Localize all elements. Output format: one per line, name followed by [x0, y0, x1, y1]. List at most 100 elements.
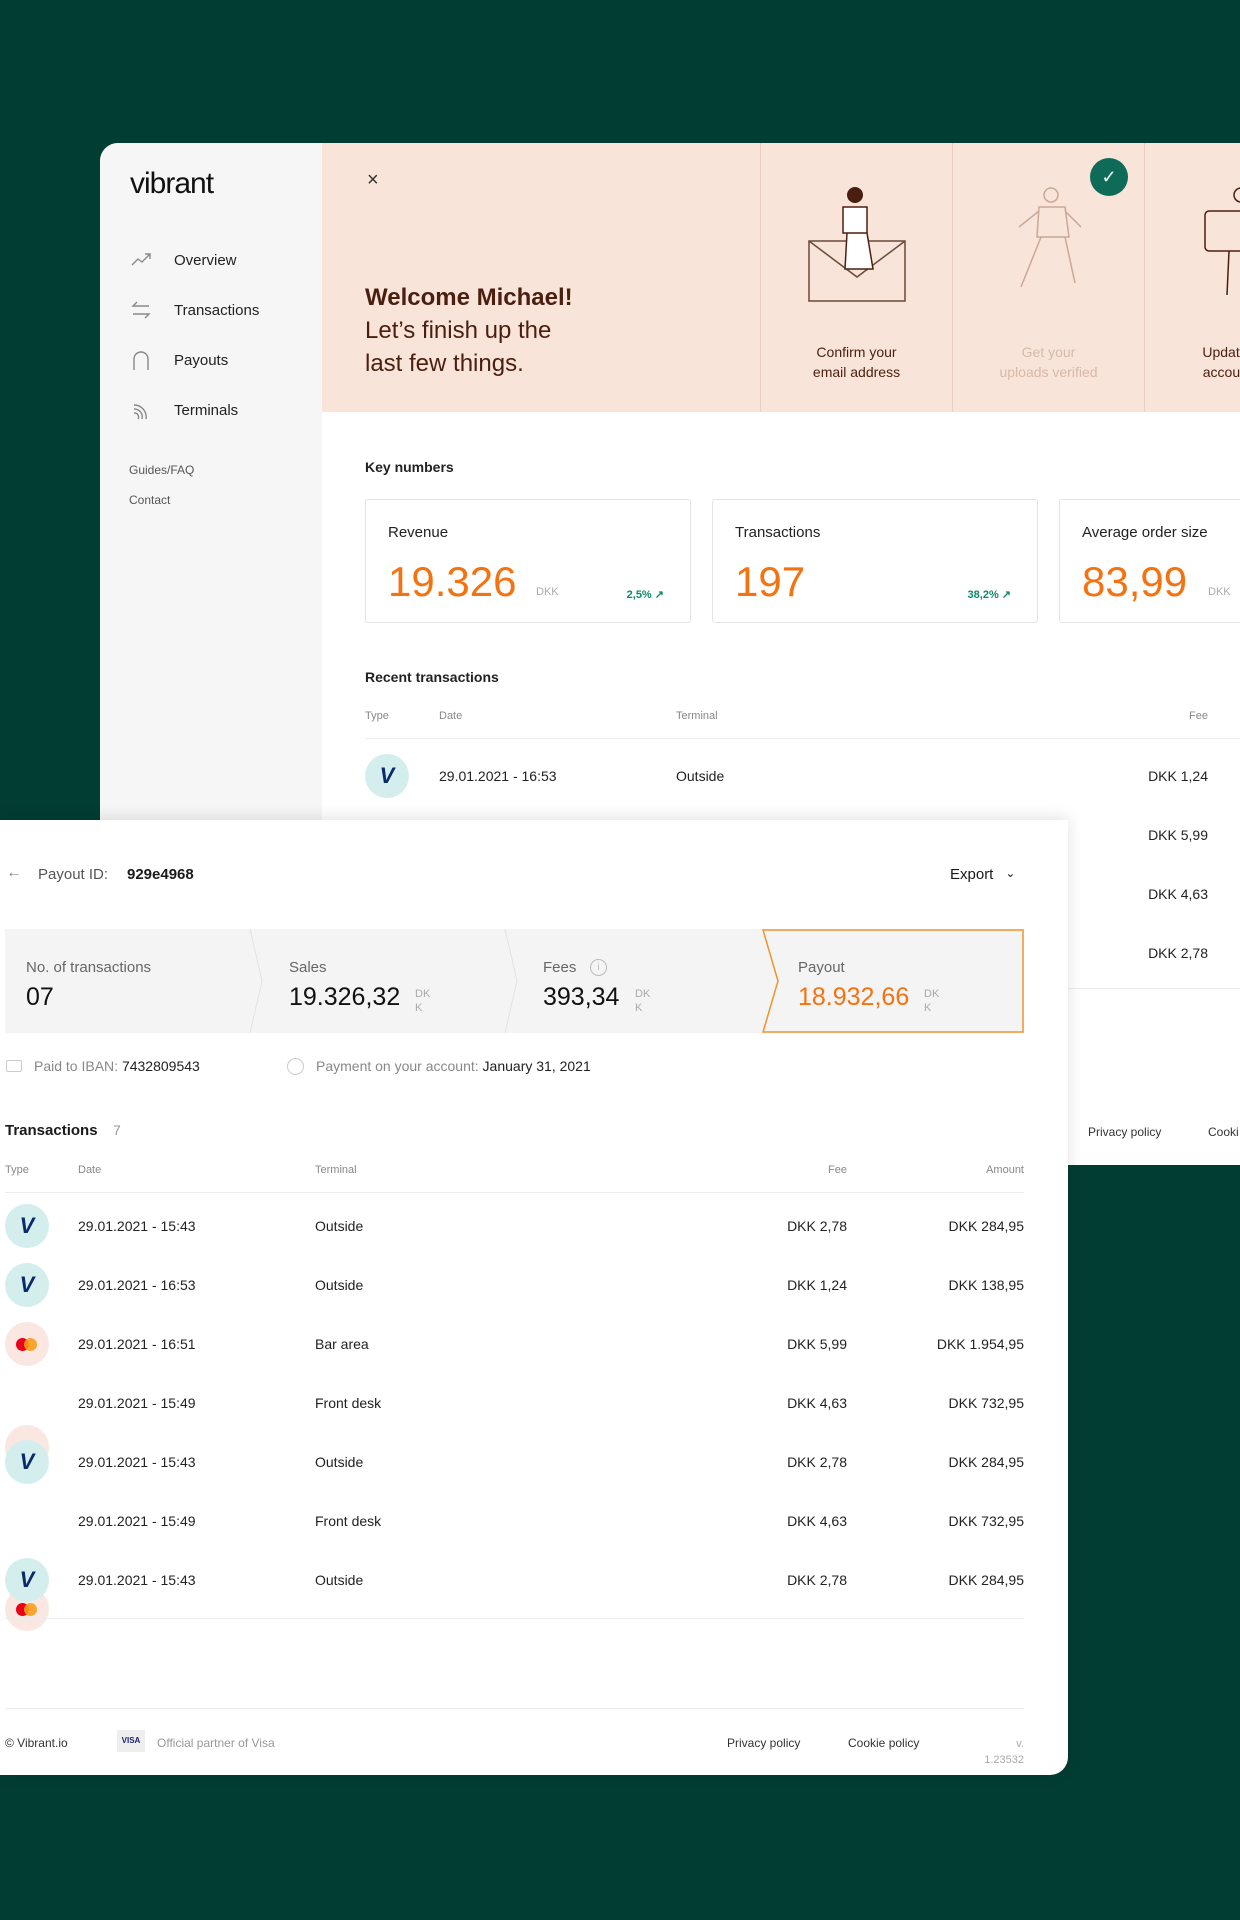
cookie-link[interactable]: Cookie policy [848, 1736, 919, 1750]
sidebar-item-payouts[interactable]: Payouts [130, 349, 228, 371]
row-terminal: Outside [315, 1218, 364, 1234]
table-row[interactable]: 29.01.2021 - 16:51 Bar area DKK 5,99 DKK… [0, 820, 1068, 1366]
onboarding-banner: × Welcome Michael! Let’s finish up the l… [322, 143, 1240, 412]
export-label: Export [950, 866, 994, 883]
cookie-link[interactable]: Cooki [1208, 1125, 1239, 1139]
sidebar-item-label: Overview [174, 251, 237, 269]
card-change: 38,2% ↗ [967, 589, 1011, 601]
average-order-card: Average order size 83,99 DKK [1059, 499, 1240, 623]
card-label: Average order size [1082, 524, 1208, 541]
arrows-swap-icon [131, 301, 151, 319]
welcome-message: Welcome Michael! Let’s finish up the las… [365, 281, 573, 380]
iban-value: 7432809543 [121, 1058, 200, 1074]
row-fee: DKK 2,78 [787, 1572, 847, 1588]
transactions-title: Transactions [5, 1122, 98, 1139]
col-terminal: Terminal [676, 710, 718, 722]
col-fee: Fee [828, 1164, 847, 1176]
copyright: © Vibrant.io [5, 1736, 68, 1750]
visa-icon: V [5, 1440, 49, 1484]
contactless-icon [133, 404, 147, 420]
step-label: Get your uploads verified [999, 344, 1098, 380]
row-date: 29.01.2021 - 15:43 [78, 1218, 196, 1234]
privacy-link[interactable]: Privacy policy [727, 1736, 800, 1750]
step-update-account[interactable]: Update youraccount info [1144, 143, 1240, 412]
contact-link[interactable]: Contact [129, 493, 170, 507]
version: v. 1.23532 [984, 1738, 1024, 1766]
row-date: 29.01.2021 - 15:49 [78, 1395, 196, 1411]
row-fee: DKK 1,24 [1148, 768, 1208, 784]
step-label: Update youraccount info [1202, 344, 1240, 380]
row-date: 29.01.2021 - 15:43 [78, 1454, 196, 1470]
row-fee: DKK 5,99 [1148, 827, 1208, 843]
iban-label: Paid to IBAN: [34, 1058, 119, 1074]
guides-faq-link[interactable]: Guides/FAQ [129, 463, 194, 477]
row-terminal: Outside [676, 768, 725, 784]
chevron-down-icon: ⌄ [1005, 866, 1016, 880]
card-value: 83,99 [1082, 558, 1188, 605]
row-fee: DKK 1,24 [787, 1277, 847, 1293]
row-fee: DKK 4,63 [787, 1513, 847, 1529]
partner-text: Official partner of Visa [157, 1736, 275, 1750]
trend-up-icon [131, 253, 151, 266]
payout-id-label: Payout ID: [38, 866, 109, 883]
check-icon: ✓ [1090, 158, 1128, 196]
back-arrow-icon[interactable]: ← [6, 864, 22, 882]
card-value: 19.326 [388, 558, 517, 605]
privacy-link[interactable]: Privacy policy [1088, 1125, 1161, 1139]
card-icon [6, 1060, 22, 1072]
card-unit: DKK [1208, 586, 1231, 598]
sidebar-item-overview[interactable]: Overview [130, 249, 237, 271]
clock-icon [287, 1058, 304, 1075]
sidebar-item-terminals[interactable]: Terminals [130, 399, 238, 421]
sidebar-item-label: Terminals [174, 401, 239, 419]
row-amount: DKK 1.954,95 [936, 1336, 1024, 1352]
visa-logo: VISA [117, 1730, 145, 1752]
row-date: 29.01.2021 - 16:53 [439, 768, 557, 784]
row-amount: DKK 732,95 [948, 1513, 1025, 1529]
row-amount: DKK 138,95 [948, 1277, 1025, 1293]
payout-stats: No. of transactions 07 Sales 19.326,32 DKK … [5, 929, 1024, 1033]
col-terminal: Terminal [315, 1164, 357, 1176]
transactions-card: Transactions 197 38,2% ↗ [712, 499, 1038, 623]
col-fee: Fee [1189, 710, 1208, 722]
row-terminal: Front desk [315, 1395, 382, 1411]
col-amount: Amount [986, 1164, 1024, 1176]
person-with-boards-illustration [1203, 187, 1240, 296]
col-date: Date [439, 710, 463, 722]
welcome-subtitle: Let’s finish up the [365, 317, 552, 344]
step-confirm-email[interactable]: Confirm your email address [760, 143, 952, 412]
row-amount: DKK 284,95 [948, 1218, 1025, 1234]
revenue-card: Revenue 19.326 DKK 2,5% ↗ [365, 499, 691, 623]
visa-icon: V [5, 1204, 49, 1248]
row-terminal: Outside [315, 1454, 364, 1470]
row-amount: DKK 284,95 [948, 1572, 1025, 1588]
row-fee: DKK 2,78 [787, 1218, 847, 1234]
visa-icon: V [365, 754, 409, 798]
row-fee: DKK 2,78 [1148, 945, 1208, 961]
info-icon[interactable]: i [590, 959, 607, 976]
card-label: Transactions [735, 524, 821, 541]
step-label: Confirm your email address [812, 344, 901, 380]
arch-icon [133, 351, 149, 370]
card-value: 197 [735, 558, 806, 605]
row-terminal: Outside [315, 1277, 364, 1293]
card-change: 2,5% ↗ [626, 589, 664, 601]
row-fee: DKK 4,63 [1148, 886, 1208, 902]
walking-person-illustration [1018, 187, 1082, 288]
close-icon[interactable]: × [367, 169, 379, 192]
recent-transactions-title: Recent transactions [365, 669, 499, 685]
row-amount: DKK 732,95 [948, 1395, 1025, 1411]
visa-icon: V [5, 1558, 49, 1602]
card-unit: DKK [536, 586, 559, 598]
export-button[interactable]: Export ⌄ [950, 866, 1015, 883]
row-date: 29.01.2021 - 16:53 [78, 1277, 196, 1293]
card-label: Revenue [388, 524, 449, 541]
payout-detail-panel: ← Payout ID: 929e4968 Export ⌄ No. of tra… [0, 820, 1068, 1775]
row-date: 29.01.2021 - 15:43 [78, 1572, 196, 1588]
sidebar-item-label: Payouts [174, 351, 229, 369]
transactions-count: 7 [113, 1122, 121, 1138]
sidebar-item-transactions[interactable]: Transactions [130, 299, 259, 321]
row-date: 29.01.2021 - 15:49 [78, 1513, 196, 1529]
row-amount: DKK 284,95 [948, 1454, 1025, 1470]
key-numbers-title: Key numbers [365, 459, 454, 475]
